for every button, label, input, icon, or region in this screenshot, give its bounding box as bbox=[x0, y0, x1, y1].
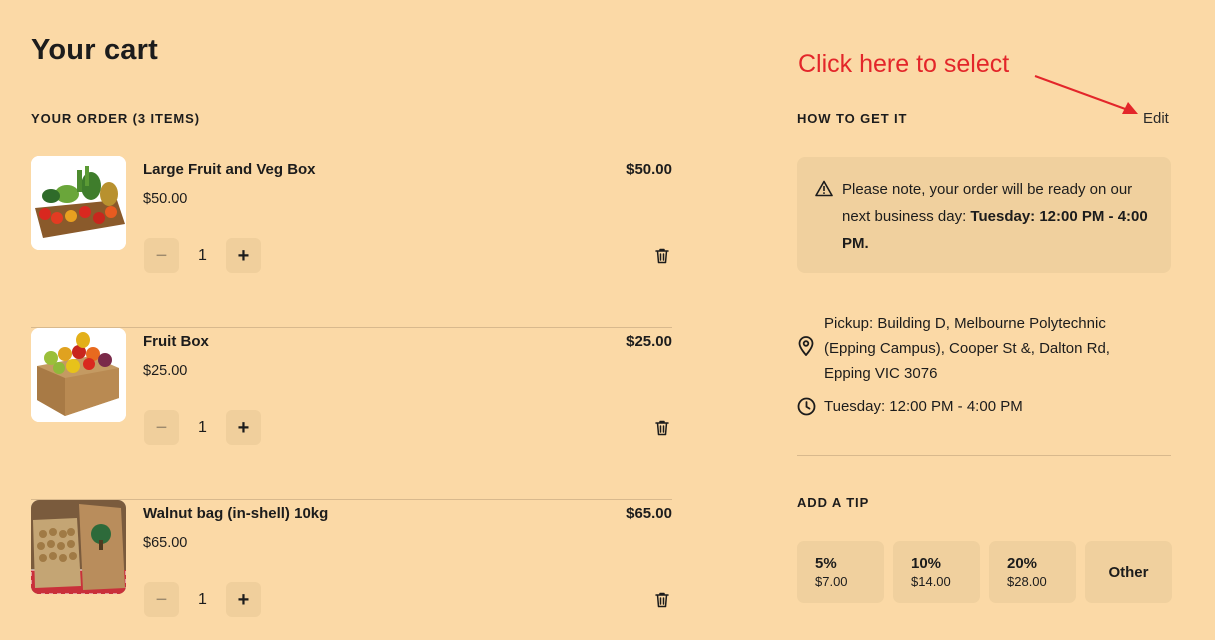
item-total-price: $65.00 bbox=[626, 505, 672, 522]
tip-other-label: Other bbox=[1108, 563, 1149, 581]
edit-fulfillment-link[interactable]: Edit bbox=[1143, 110, 1169, 127]
product-image-fruit-veg-box[interactable] bbox=[31, 156, 126, 250]
section-divider bbox=[797, 455, 1171, 456]
pickup-time: Tuesday: 12:00 PM - 4:00 PM bbox=[824, 398, 1023, 415]
fulfillment-heading: HOW TO GET IT bbox=[797, 111, 908, 126]
pickup-address: Pickup: Building D, Melbourne Polytechni… bbox=[824, 315, 1110, 382]
product-image-walnut-bag[interactable] bbox=[31, 500, 126, 594]
increase-quantity-button[interactable]: + bbox=[226, 238, 261, 273]
tip-amount: $28.00 bbox=[1007, 574, 1047, 589]
product-image-fruit-box[interactable] bbox=[31, 328, 126, 422]
warning-icon bbox=[815, 180, 833, 197]
cart-item: Large Fruit and Veg Box $50.00 $50.00 − … bbox=[31, 156, 672, 328]
cart-items-list: Large Fruit and Veg Box $50.00 $50.00 − … bbox=[31, 156, 672, 640]
order-heading: YOUR ORDER (3 ITEMS) bbox=[31, 111, 200, 126]
cart-item: Fruit Box $25.00 $25.00 − 1 + bbox=[31, 328, 672, 500]
quantity-value: 1 bbox=[198, 418, 207, 436]
tip-options: 5% $7.00 10% $14.00 20% $28.00 Other bbox=[797, 541, 1172, 603]
item-name: Walnut bag (in-shell) 10kg bbox=[143, 505, 329, 522]
tip-heading: ADD A TIP bbox=[797, 495, 870, 510]
tip-percent: 20% bbox=[1007, 555, 1038, 572]
quantity-stepper: − 1 + bbox=[144, 410, 261, 445]
trash-icon[interactable] bbox=[655, 248, 669, 264]
item-name: Large Fruit and Veg Box bbox=[143, 161, 316, 178]
quantity-stepper: − 1 + bbox=[144, 582, 261, 617]
item-unit-price: $50.00 bbox=[143, 191, 188, 207]
tip-amount: $7.00 bbox=[815, 574, 848, 589]
item-name: Fruit Box bbox=[143, 333, 209, 350]
quantity-stepper: − 1 + bbox=[144, 238, 261, 273]
item-unit-price: $25.00 bbox=[143, 363, 188, 379]
item-total-price: $25.00 bbox=[626, 333, 672, 350]
decrease-quantity-button[interactable]: − bbox=[144, 410, 179, 445]
item-total-price: $50.00 bbox=[626, 161, 672, 178]
item-unit-price: $65.00 bbox=[143, 535, 188, 551]
tip-amount: $14.00 bbox=[911, 574, 951, 589]
cart-item: Walnut bag (in-shell) 10kg $65.00 $65.00… bbox=[31, 500, 672, 640]
tip-percent: 5% bbox=[815, 555, 837, 572]
page-title: Your cart bbox=[31, 34, 158, 66]
quantity-value: 1 bbox=[198, 246, 207, 264]
tip-percent: 10% bbox=[911, 555, 942, 572]
location-pin-icon bbox=[798, 336, 814, 356]
tip-option-20[interactable]: 20% $28.00 bbox=[989, 541, 1076, 603]
trash-icon[interactable] bbox=[655, 420, 669, 436]
tip-option-other-button[interactable]: Other bbox=[1085, 541, 1172, 603]
tip-option-10[interactable]: 10% $14.00 bbox=[893, 541, 980, 603]
trash-icon[interactable] bbox=[655, 592, 669, 608]
tip-option-5[interactable]: 5% $7.00 bbox=[797, 541, 884, 603]
increase-quantity-button[interactable]: + bbox=[226, 582, 261, 617]
annotation-label: Click here to select bbox=[798, 50, 1010, 78]
ready-notice: Please note, your order will be ready on… bbox=[797, 157, 1171, 273]
annotation-arrow-icon bbox=[1034, 75, 1138, 114]
clock-icon bbox=[797, 397, 816, 416]
quantity-value: 1 bbox=[198, 590, 207, 608]
decrease-quantity-button[interactable]: − bbox=[144, 238, 179, 273]
decrease-quantity-button[interactable]: − bbox=[144, 582, 179, 617]
increase-quantity-button[interactable]: + bbox=[226, 410, 261, 445]
